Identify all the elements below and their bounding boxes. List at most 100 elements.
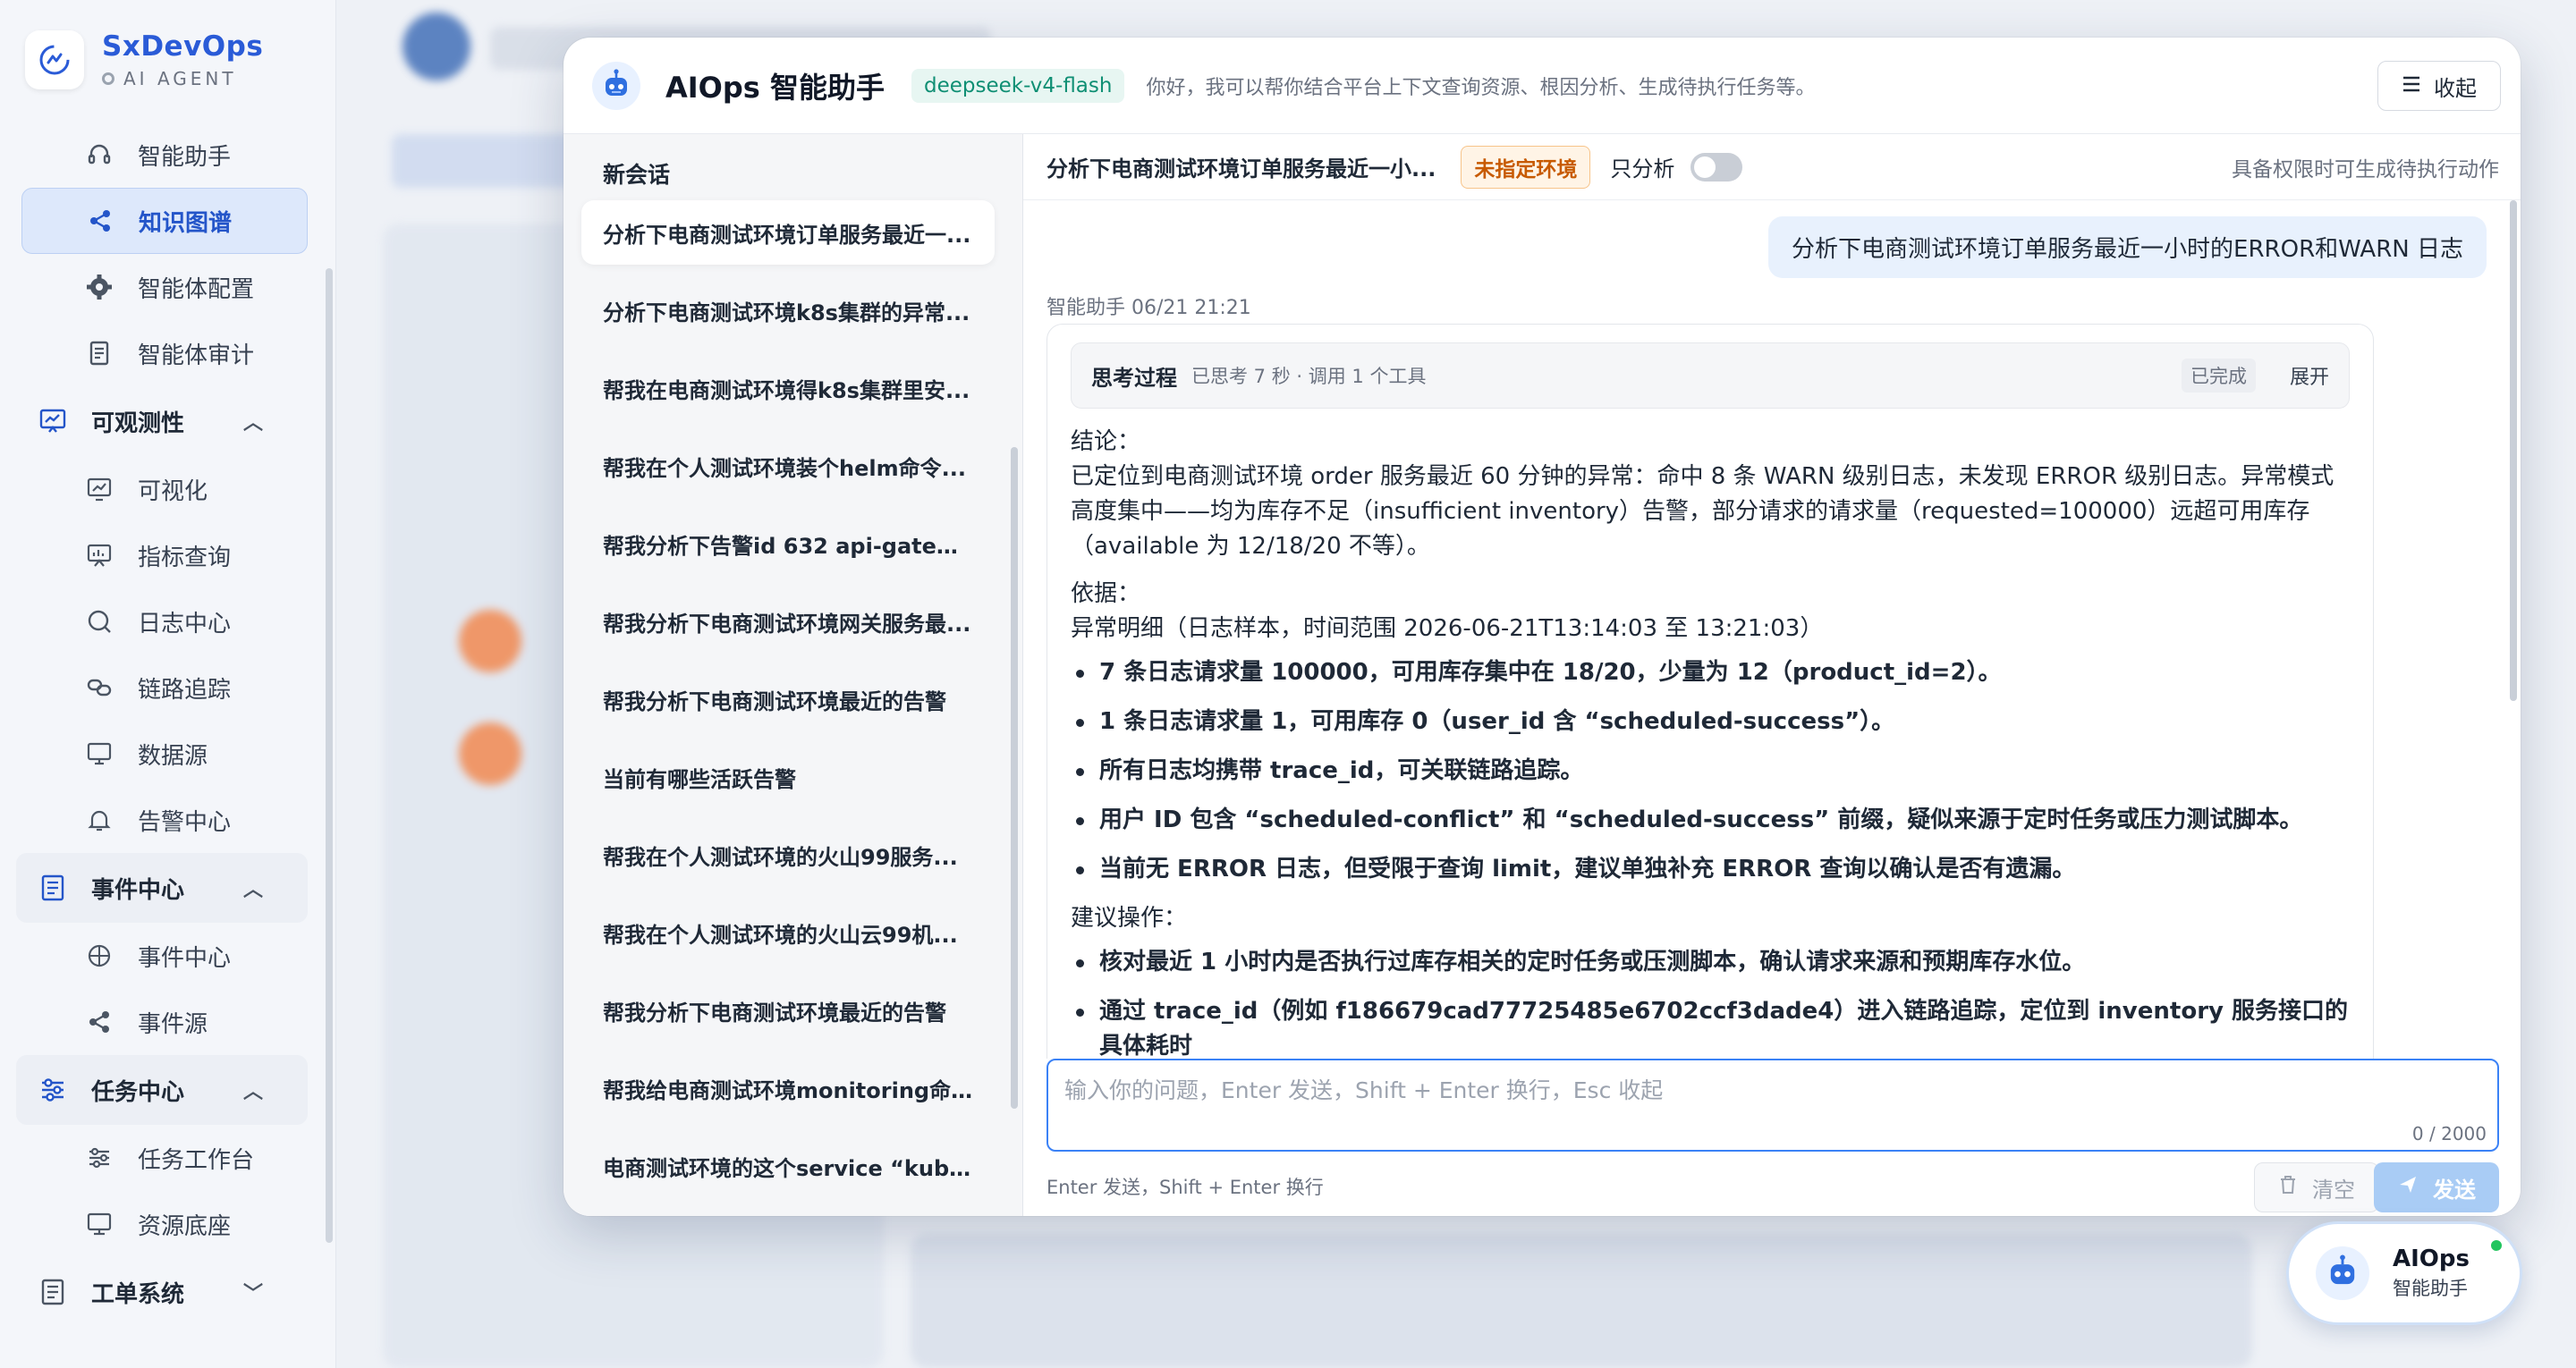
- sidebar-item-datasource[interactable]: 数据源: [0, 721, 336, 787]
- message-scrollbar[interactable]: [2510, 200, 2517, 701]
- sidebar-item-log-center[interactable]: 日志中心: [0, 588, 336, 654]
- sidebar-item-event-center[interactable]: 事件中心: [0, 923, 336, 989]
- user-message: 分析下电商测试环境订单服务最近一小时的ERROR和WARN 日志: [1768, 216, 2487, 278]
- answer-body: 结论： 已定位到电商测试环境 order 服务最近 60 分钟的异常：命中 8 …: [1071, 425, 2350, 1064]
- list-item: 通过 trace_id（例如 f186679cad77725485e6702cc…: [1071, 994, 2350, 1064]
- sidebar-item-label: 事件中心: [138, 944, 232, 972]
- session-item[interactable]: 电商测试环境的这个service “kube-...: [581, 1134, 995, 1198]
- chart-board-icon: [38, 406, 68, 436]
- monitor-chart-icon: [84, 540, 114, 570]
- basis-text: 异常明细（日志样本，时间范围 2026-06-21T13:14:03 至 13:…: [1071, 615, 1824, 642]
- sidebar-item-metrics-query[interactable]: 指标查询: [0, 522, 336, 588]
- brand-logo-icon: [25, 30, 84, 89]
- session-list-scrollbar[interactable]: [1011, 447, 1018, 1109]
- trash-icon: [2278, 1174, 2298, 1201]
- sidebar-item-event-source[interactable]: 事件源: [0, 989, 336, 1055]
- sidebar-group-tickets[interactable]: 工单系统 ﹀: [16, 1257, 308, 1327]
- advice-list: 核对最近 1 小时内是否执行过库存相关的定时任务或压测脚本，确认请求来源和预期库…: [1071, 945, 2350, 1064]
- session-item[interactable]: 帮我在个人测试环境的火山99服务...: [581, 823, 995, 887]
- menu-icon: [2402, 73, 2421, 98]
- sidebar-item-label: 资源底座: [138, 1212, 232, 1240]
- gear-icon: [84, 272, 114, 302]
- link-icon: [84, 672, 114, 703]
- sidebar-item-label: 智能助手: [138, 143, 232, 171]
- list-item: 当前无 ERROR 日志，但受限于查询 limit，建议单独补充 ERROR 查…: [1071, 852, 2350, 887]
- session-item[interactable]: 帮我分析下电商测试环境最近的告警: [581, 667, 995, 731]
- sidebar-item-label: 可视化: [138, 477, 208, 505]
- document-icon: [84, 338, 114, 368]
- brand[interactable]: SxDevOps AI AGENT: [25, 30, 263, 89]
- basis-label: 依据：: [1071, 580, 1141, 607]
- sidebar-item-label: 告警中心: [138, 808, 232, 836]
- sidebar-item-resource-base[interactable]: 资源底座: [0, 1191, 336, 1257]
- thinking-status-badge: 已完成: [2182, 359, 2256, 393]
- collapse-button[interactable]: 收起: [2377, 61, 2501, 111]
- sidebar-item-assistant[interactable]: 智能助手: [0, 122, 336, 188]
- send-button[interactable]: 发送: [2374, 1162, 2499, 1212]
- session-item[interactable]: 帮我在电商测试环境得k8s集群里安...: [581, 356, 995, 420]
- background-node: [459, 722, 521, 785]
- ticket-icon: [38, 1277, 68, 1307]
- toggle-knob: [1694, 156, 1716, 178]
- send-label: 发送: [2433, 1177, 2476, 1203]
- headset-icon: [84, 139, 114, 170]
- background-avatar: [402, 13, 470, 80]
- desktop-icon: [84, 1209, 114, 1239]
- sidebar: SxDevOps AI AGENT 智能助手 知识图谱 智能体配置 智能体审计 …: [0, 0, 336, 1368]
- sidebar-item-knowledge-graph[interactable]: 知识图谱: [21, 188, 308, 254]
- thinking-process[interactable]: 思考过程 已思考 7 秒 · 调用 1 个工具 已完成 展开: [1071, 342, 2350, 409]
- input-placeholder: 输入你的问题，Enter 发送，Shift + Enter 换行，Esc 收起: [1064, 1077, 1664, 1103]
- session-item[interactable]: 当前有哪些活跃告警: [581, 745, 995, 809]
- assistant-message: 思考过程 已思考 7 秒 · 调用 1 个工具 已完成 展开 结论： 已定位到电…: [1046, 324, 2374, 1103]
- send-icon: [2397, 1174, 2419, 1201]
- question-input[interactable]: 输入你的问题，Enter 发送，Shift + Enter 换行，Esc 收起 …: [1046, 1059, 2499, 1152]
- sidebar-item-label: 知识图谱: [139, 209, 233, 237]
- model-tag[interactable]: deepseek-v4-flash: [911, 68, 1125, 103]
- session-item[interactable]: 帮我在个人测试环境装个helm命令...: [581, 434, 995, 498]
- sidebar-group-label: 工单系统: [91, 1280, 185, 1308]
- sidebar-item-alert-center[interactable]: 告警中心: [0, 787, 336, 853]
- analyze-only-toggle[interactable]: [1690, 152, 1743, 182]
- session-item[interactable]: 帮我分析下电商测试环境最近的告警: [581, 978, 995, 1043]
- crosshair-icon: [84, 941, 114, 971]
- session-item[interactable]: 帮我在个人测试环境的火山云99机...: [581, 900, 995, 965]
- list-item: 核对最近 1 小时内是否执行过库存相关的定时任务或压测脚本，确认请求来源和预期库…: [1071, 945, 2350, 980]
- environment-badge[interactable]: 未指定环境: [1461, 145, 1591, 189]
- clear-button[interactable]: 清空: [2254, 1162, 2379, 1212]
- sidebar-item-visualization[interactable]: 可视化: [0, 456, 336, 522]
- background-footer-card: [911, 1234, 2252, 1368]
- session-list-panel: 新会话 分析下电商测试环境订单服务最近一... 分析下电商测试环境k8s集群的异…: [564, 134, 1023, 1216]
- list-item: 1 条日志请求量 1，可用库存 0（user_id 含 “scheduled-s…: [1071, 705, 2350, 739]
- sidebar-group-tasks[interactable]: 任务中心 ︿: [16, 1055, 308, 1125]
- sidebar-item-agent-audit[interactable]: 智能体审计: [0, 320, 336, 386]
- sidebar-item-label: 链路追踪: [138, 676, 232, 704]
- expand-button[interactable]: 展开: [2290, 361, 2329, 390]
- circle-icon: [102, 72, 114, 85]
- input-hint: Enter 发送，Shift + Enter 换行: [1046, 1177, 1324, 1198]
- session-item[interactable]: 分析下电商测试环境k8s集群的异常...: [581, 278, 995, 342]
- sidebar-item-tracing[interactable]: 链路追踪: [0, 654, 336, 721]
- panel-description: 你好，我可以帮你结合平台上下文查询资源、根因分析、生成待执行任务等。: [1146, 76, 1816, 99]
- aiops-float-button[interactable]: AIOps 智能助手: [2286, 1221, 2522, 1325]
- thinking-title: 思考过程: [1091, 365, 1177, 391]
- basis-list: 7 条日志请求量 100000，可用库存集中在 18/20，少量为 12（pro…: [1071, 655, 2350, 887]
- clear-label: 清空: [2312, 1177, 2355, 1203]
- sidebar-item-agent-config[interactable]: 智能体配置: [0, 254, 336, 320]
- session-item[interactable]: 帮我给电商测试环境monitoring命...: [581, 1056, 995, 1120]
- sidebar-scrollbar[interactable]: [326, 268, 333, 1243]
- float-subtitle: 智能助手: [2393, 1278, 2468, 1299]
- new-session-button[interactable]: 新会话: [603, 157, 670, 190]
- session-item[interactable]: 帮我分析下电商测试环境网关服务最...: [581, 589, 995, 654]
- session-item[interactable]: 分析下电商测试环境订单服务最近一...: [581, 200, 995, 265]
- message-list: 分析下电商测试环境订单服务最近一小时的ERROR和WARN 日志 智能助手 06…: [1023, 200, 2521, 1103]
- chevron-down-icon: ﹀: [242, 1283, 263, 1305]
- sidebar-item-task-workbench[interactable]: 任务工作台: [0, 1125, 336, 1191]
- list-item: 7 条日志请求量 100000，可用库存集中在 18/20，少量为 12（pro…: [1071, 655, 2350, 690]
- permission-note: 具备权限时可生成待执行动作: [2232, 157, 2499, 182]
- sidebar-item-label: 任务工作台: [138, 1146, 255, 1174]
- session-item[interactable]: 帮我分析下告警id 632 api-gateway...: [581, 511, 995, 576]
- sidebar-group-events[interactable]: 事件中心 ︿: [16, 853, 308, 923]
- bell-icon: [84, 805, 114, 835]
- list-item: 所有日志均携带 trace_id，可关联链路追踪。: [1071, 754, 2350, 789]
- sidebar-group-observability[interactable]: 可观测性 ︿: [16, 386, 308, 456]
